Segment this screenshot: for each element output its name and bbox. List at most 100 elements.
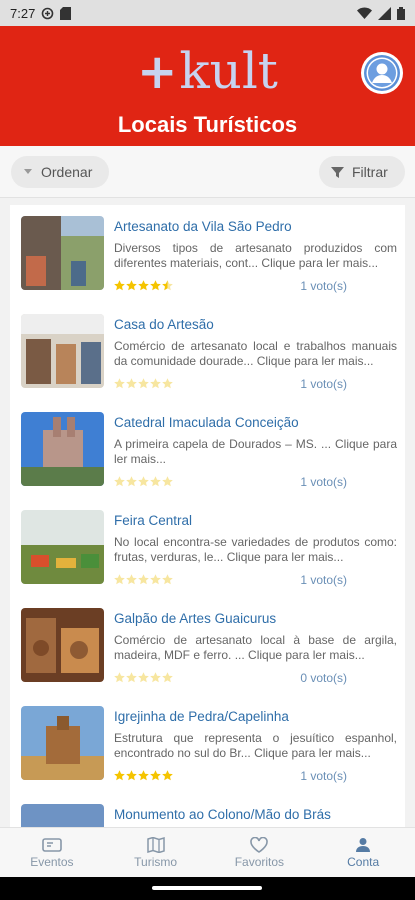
status-bar: 7:27	[0, 0, 415, 26]
rating-stars	[114, 378, 173, 389]
order-button[interactable]: Ordenar	[11, 156, 109, 188]
star-icon	[162, 476, 173, 487]
status-time: 7:27	[10, 5, 36, 21]
place-description: Estrutura que representa o jesuítico esp…	[114, 731, 397, 760]
place-description: Comércio de artesanato local e trabalhos…	[114, 339, 397, 368]
battery-icon	[397, 6, 405, 20]
star-icon	[114, 280, 125, 291]
star-icon	[138, 280, 149, 291]
star-icon	[162, 574, 173, 585]
votes-count: 1 voto(s)	[300, 279, 347, 293]
star-icon	[114, 672, 125, 683]
filter-icon	[331, 166, 344, 179]
avatar-button[interactable]	[361, 52, 403, 94]
place-thumbnail	[21, 804, 104, 827]
sync-icon	[42, 7, 54, 19]
nav-eventos[interactable]: Eventos	[0, 828, 104, 877]
place-title[interactable]: Igrejinha de Pedra/Capelinha	[114, 709, 289, 724]
star-icon	[126, 672, 137, 683]
place-thumbnail	[21, 412, 104, 486]
place-title[interactable]: Galpão de Artes Guaicurus	[114, 611, 276, 626]
place-title[interactable]: Monumento ao Colono/Mão do Brás	[114, 807, 331, 822]
map-icon	[146, 836, 165, 853]
sd-card-icon	[60, 6, 72, 20]
nav-label: Conta	[347, 854, 380, 869]
rating-stars	[114, 476, 173, 487]
wifi-icon	[357, 7, 372, 19]
list-item[interactable]: Igrejinha de Pedra/Capelinha Estrutura q…	[10, 695, 405, 793]
user-avatar-icon	[364, 55, 400, 91]
signal-icon	[378, 6, 391, 20]
star-icon	[138, 770, 149, 781]
list-item[interactable]: Feira Central No local encontra-se varie…	[10, 499, 405, 597]
filter-label: Filtrar	[352, 164, 388, 180]
star-icon	[162, 280, 173, 291]
place-thumbnail	[21, 216, 104, 290]
votes-count: 1 voto(s)	[300, 769, 347, 783]
filter-toolbar: Ordenar Filtrar	[0, 146, 415, 198]
star-icon	[150, 476, 161, 487]
star-icon	[114, 476, 125, 487]
votes-count: 0 voto(s)	[300, 671, 347, 685]
bottom-navigation: Eventos Turismo Favoritos Conta	[0, 827, 415, 877]
star-icon	[150, 574, 161, 585]
list-item[interactable]: Monumento ao Colono/Mão do Brás	[10, 793, 405, 827]
nav-favoritos[interactable]: Favoritos	[208, 828, 312, 877]
places-list[interactable]: Artesanato da Vila São Pedro Diversos ti…	[10, 205, 405, 827]
star-icon	[126, 476, 137, 487]
star-icon	[138, 574, 149, 585]
place-description: No local encontra-se variedades de produ…	[114, 535, 397, 564]
place-thumbnail	[21, 608, 104, 682]
list-item[interactable]: Catedral Imaculada Conceição A primeira …	[10, 401, 405, 499]
event-ticket-icon	[42, 837, 62, 852]
place-description: Comércio de artesanato local à base de a…	[114, 633, 397, 662]
list-item[interactable]: Galpão de Artes Guaicurus Comércio de ar…	[10, 597, 405, 695]
star-icon	[138, 378, 149, 389]
nav-label: Turismo	[134, 854, 178, 869]
place-title[interactable]: Casa do Artesão	[114, 317, 214, 332]
app-header: +kult Locais Turísticos	[0, 26, 415, 146]
star-icon	[150, 770, 161, 781]
dropdown-arrow-icon	[23, 169, 33, 175]
rating-stars	[114, 770, 173, 781]
list-item[interactable]: Casa do Artesão Comércio de artesanato l…	[10, 303, 405, 401]
star-icon	[138, 476, 149, 487]
filter-button[interactable]: Filtrar	[319, 156, 405, 188]
person-icon	[356, 837, 371, 852]
votes-count: 1 voto(s)	[300, 475, 347, 489]
rating-stars	[114, 672, 173, 683]
nav-label: Favoritos	[234, 854, 285, 869]
place-title[interactable]: Feira Central	[114, 513, 192, 528]
rating-stars	[114, 574, 173, 585]
star-icon	[138, 672, 149, 683]
nav-conta[interactable]: Conta	[311, 828, 415, 877]
star-icon	[126, 378, 137, 389]
star-icon	[162, 378, 173, 389]
place-description: Diversos tipos de artesanato produzidos …	[114, 241, 397, 270]
star-icon	[126, 280, 137, 291]
star-icon	[114, 378, 125, 389]
place-thumbnail	[21, 706, 104, 780]
star-icon	[150, 378, 161, 389]
place-thumbnail	[21, 510, 104, 584]
nav-turismo[interactable]: Turismo	[104, 828, 208, 877]
nav-label: Eventos	[30, 854, 74, 869]
place-title[interactable]: Artesanato da Vila São Pedro	[114, 219, 292, 234]
star-icon	[126, 770, 137, 781]
home-gesture-bar[interactable]	[152, 886, 262, 890]
star-icon	[150, 280, 161, 291]
place-title[interactable]: Catedral Imaculada Conceição	[114, 415, 299, 430]
star-icon	[114, 770, 125, 781]
votes-count: 1 voto(s)	[300, 573, 347, 587]
list-item[interactable]: Artesanato da Vila São Pedro Diversos ti…	[10, 205, 405, 303]
kult-logo: +kult	[137, 42, 278, 100]
star-icon	[114, 574, 125, 585]
votes-count: 1 voto(s)	[300, 377, 347, 391]
rating-stars	[114, 280, 173, 291]
star-icon	[162, 770, 173, 781]
page-title: Locais Turísticos	[117, 112, 298, 137]
place-description: A primeira capela de Dourados – MS. ... …	[114, 437, 397, 466]
star-icon	[150, 672, 161, 683]
star-icon	[162, 672, 173, 683]
order-label: Ordenar	[41, 164, 93, 180]
